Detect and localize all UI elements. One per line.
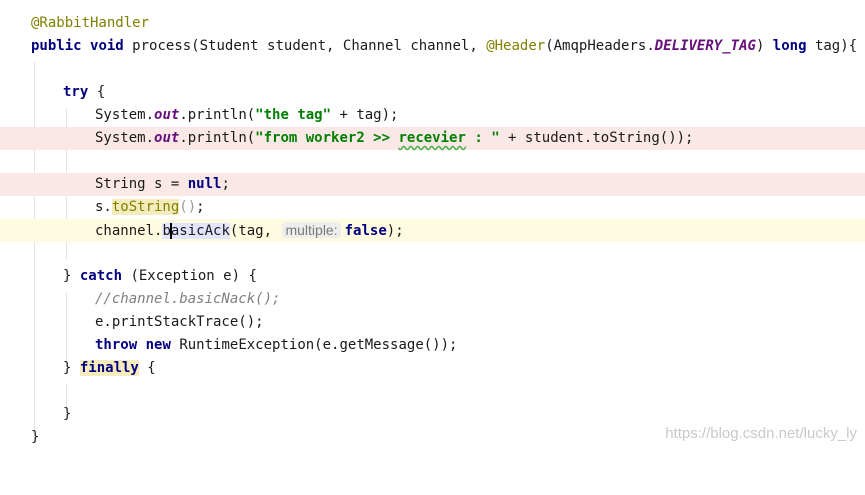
parameter-hint: multiple: [282, 222, 341, 238]
current-code-line: channel.basicAck(tag, multiple: false); [0, 219, 865, 242]
code-token: + student.toString()); [499, 130, 694, 146]
closing-brace: } [63, 406, 72, 422]
code-token: + tag); [331, 107, 399, 123]
code-token: ) [755, 38, 773, 54]
code-token: } [63, 268, 80, 284]
keyword-token: public [31, 38, 82, 54]
code-token: System. [95, 107, 155, 123]
keyword-token: null [187, 176, 222, 192]
keyword-token: throw [95, 337, 138, 353]
keyword-token: new [145, 337, 171, 353]
code-line: @RabbitHandler [0, 12, 865, 35]
code-line: //channel.basicNack(); [0, 288, 865, 311]
code-token: .println( [179, 107, 256, 123]
annotation-token: @RabbitHandler [31, 15, 150, 31]
throw-statement: throw new RuntimeException(e.getMessage(… [95, 334, 457, 357]
code-token: process(Student student, Channel channel… [132, 38, 487, 54]
static-field-token: DELIVERY_TAG [654, 38, 756, 54]
code-line: e.printStackTrace(); [0, 311, 865, 334]
code-token: (Exception e) { [122, 268, 257, 284]
code-token: () [179, 199, 197, 215]
code-token: .println( [179, 130, 256, 146]
try-statement: try { [63, 81, 105, 104]
code-token: asicAck [170, 223, 230, 239]
code-token: ; [196, 199, 205, 215]
code-line: } [0, 403, 865, 426]
code-token: (tag, [229, 223, 281, 239]
println-statement: System.out.println("from worker2 >> rece… [95, 127, 694, 150]
code-token: (AmqpHeaders. [545, 38, 655, 54]
finally-statement: } finally { [63, 357, 156, 380]
code-line-highlighted: System.out.println("from worker2 >> rece… [0, 127, 865, 150]
typo-string-literal: recevier [398, 130, 466, 146]
catch-statement: } catch (Exception e) { [63, 265, 257, 288]
code-line: s.toString(); [0, 196, 865, 219]
static-field-token: out [154, 130, 180, 146]
code-line: try { [0, 81, 865, 104]
tostring-statement: s.toString(); [95, 196, 205, 219]
code-token: channel. [95, 223, 163, 239]
keyword-token: try [63, 84, 89, 100]
watermark: https://blog.csdn.net/lucky_ly [665, 425, 857, 442]
code-token: tag){ [806, 38, 858, 54]
code-line: public void process(Student student, Cha… [0, 35, 865, 58]
code-token: { [88, 84, 106, 100]
println-statement: System.out.println("the tag" + tag); [95, 104, 398, 127]
annotation-token: @Header [486, 38, 546, 54]
code-line: System.out.println("the tag" + tag); [0, 104, 865, 127]
static-field-token: out [154, 107, 180, 123]
code-line: throw new RuntimeException(e.getMessage(… [0, 334, 865, 357]
declaration-statement: String s = null; [95, 173, 230, 196]
code-token: s. [95, 199, 112, 215]
code-editor[interactable]: @RabbitHandler public void process(Stude… [0, 0, 865, 450]
keyword-token: false [344, 223, 387, 239]
keyword-token: catch [79, 268, 123, 284]
string-literal: "from worker2 >> [255, 130, 399, 146]
method-signature: public void process(Student student, Cha… [31, 35, 857, 58]
method-reference-highlight[interactable]: basicAck [162, 223, 230, 239]
code-token: } [63, 360, 80, 376]
keyword-token: long [772, 38, 807, 54]
code-line-highlighted: String s = null; [0, 173, 865, 196]
line-comment: //channel.basicNack(); [95, 291, 281, 307]
code-token: RuntimeException(e.getMessage()); [170, 337, 458, 353]
stacktrace-statement: e.printStackTrace(); [95, 314, 264, 330]
string-literal: "the tag" [255, 107, 332, 123]
code-token: ; [221, 176, 230, 192]
code-token: ); [386, 223, 404, 239]
warning-highlight[interactable]: toString [111, 199, 180, 215]
code-line: } catch (Exception e) { [0, 265, 865, 288]
closing-brace: } [31, 429, 40, 445]
keyword-token: finally [79, 360, 139, 376]
basicack-statement: channel.basicAck(tag, multiple: false); [95, 219, 404, 243]
code-token: System. [95, 130, 155, 146]
code-line: } finally { [0, 357, 865, 380]
string-literal: : " [465, 130, 500, 146]
code-token: String s = [95, 176, 188, 192]
keyword-token: void [90, 38, 124, 54]
code-token: { [138, 360, 156, 376]
